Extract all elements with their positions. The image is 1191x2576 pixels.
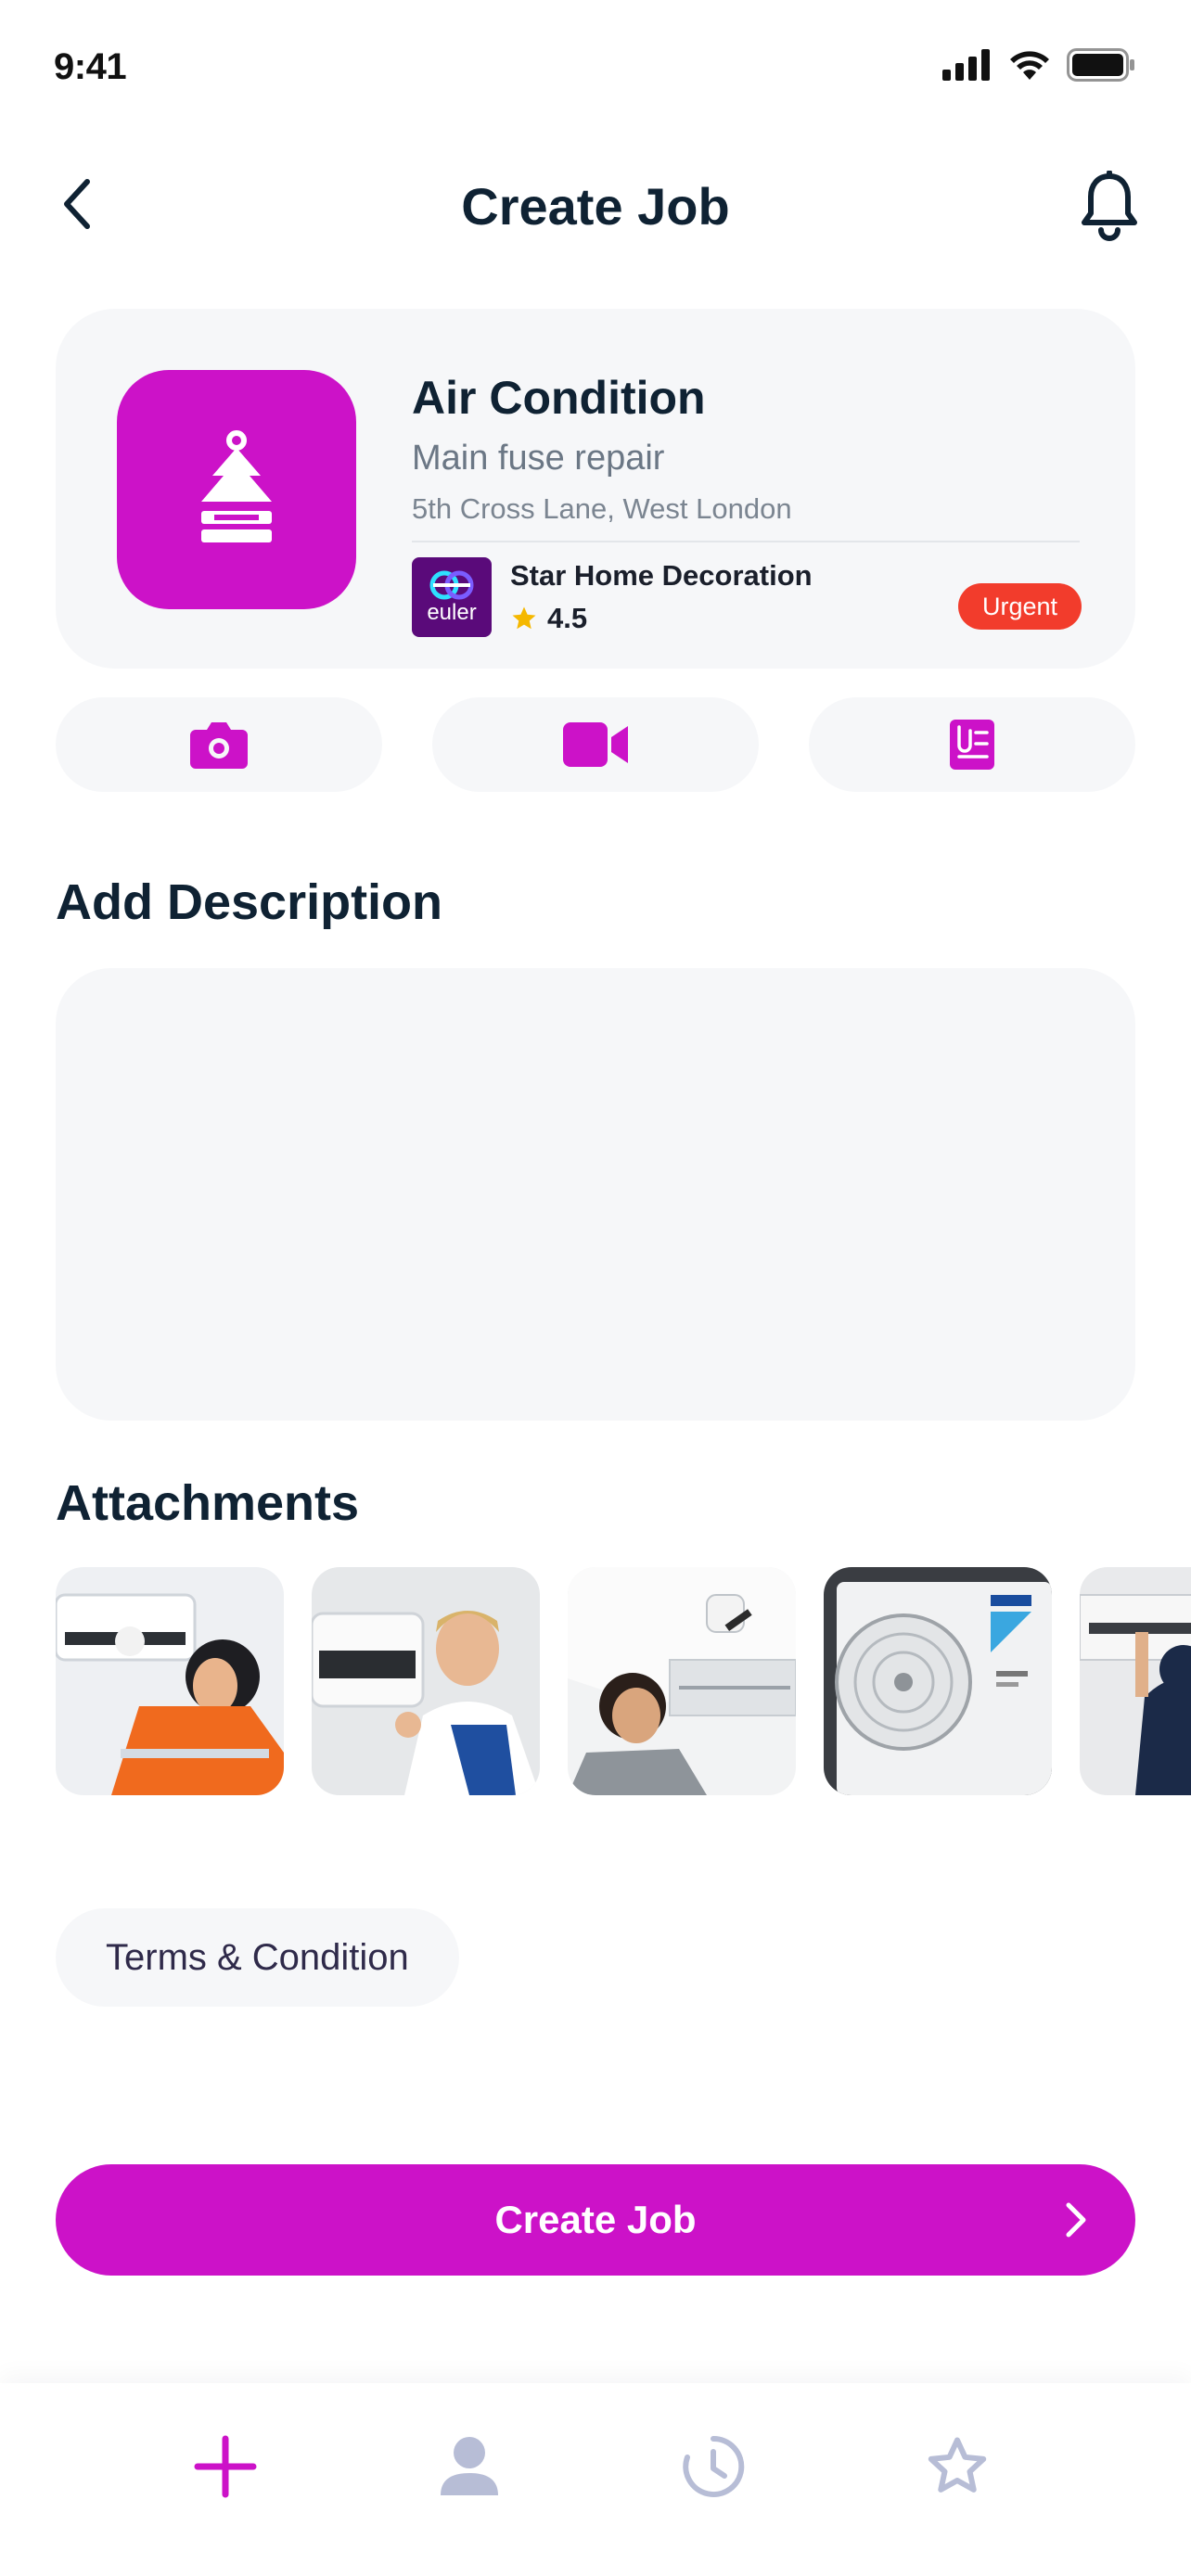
status-icons bbox=[942, 48, 1135, 82]
job-address: 5th Cross Lane, West London bbox=[412, 492, 792, 525]
video-icon bbox=[563, 722, 628, 767]
divider bbox=[412, 541, 1080, 542]
attachment-thumbnail[interactable] bbox=[824, 1567, 1052, 1795]
page-title: Create Job bbox=[461, 177, 730, 236]
attachment-photo bbox=[568, 1567, 796, 1795]
create-job-button[interactable]: Create Job bbox=[56, 2164, 1135, 2276]
user-icon bbox=[441, 2437, 498, 2495]
provider-name: Star Home Decoration bbox=[510, 559, 813, 592]
nav-history[interactable] bbox=[667, 2420, 760, 2513]
status-time: 9:41 bbox=[54, 46, 127, 87]
camera-icon bbox=[190, 722, 248, 769]
plus-icon bbox=[194, 2435, 257, 2498]
provider-row[interactable]: euler Star Home Decoration 4.5 Urgent bbox=[412, 557, 1082, 646]
job-subtitle: Main fuse repair bbox=[412, 439, 665, 478]
star-icon bbox=[928, 2437, 987, 2493]
terms-button[interactable]: Terms & Condition bbox=[56, 1908, 459, 2007]
provider-rating: 4.5 bbox=[510, 602, 587, 635]
add-document-button[interactable] bbox=[809, 697, 1135, 792]
attachment-photo bbox=[312, 1567, 540, 1795]
attachment-thumbnail[interactable] bbox=[56, 1567, 284, 1795]
history-icon bbox=[683, 2435, 745, 2497]
header: Create Job bbox=[0, 158, 1191, 250]
nav-create[interactable] bbox=[179, 2420, 272, 2513]
urgent-badge: Urgent bbox=[957, 583, 1082, 630]
rating-value: 4.5 bbox=[547, 602, 588, 634]
category-tile bbox=[117, 370, 356, 609]
attachment-photo bbox=[824, 1567, 1052, 1795]
description-input[interactable] bbox=[56, 968, 1135, 1421]
provider-logo-mark bbox=[429, 570, 474, 600]
create-job-label: Create Job bbox=[494, 2198, 697, 2241]
nav-profile[interactable] bbox=[423, 2420, 516, 2513]
chevron-right-icon bbox=[1066, 2202, 1086, 2238]
attachment-thumbnail[interactable] bbox=[1080, 1567, 1191, 1795]
job-category: Air Condition bbox=[412, 372, 706, 424]
document-attach-icon bbox=[950, 720, 994, 770]
description-heading: Add Description bbox=[56, 874, 443, 930]
star-rating-icon bbox=[512, 606, 536, 630]
job-info: Air Condition Main fuse repair 5th Cross… bbox=[412, 370, 1082, 646]
bottom-navigation bbox=[0, 2383, 1191, 2576]
battery-icon bbox=[1067, 48, 1134, 82]
notifications-button[interactable] bbox=[1070, 167, 1148, 245]
provider-logo: euler bbox=[412, 557, 492, 637]
job-summary-card: Air Condition Main fuse repair 5th Cross… bbox=[56, 309, 1135, 669]
status-bar: 9:41 bbox=[0, 0, 1191, 139]
bell-icon bbox=[1082, 171, 1137, 241]
add-photo-button[interactable] bbox=[56, 697, 382, 792]
attachments-heading: Attachments bbox=[56, 1475, 360, 1531]
provider-logo-text: euler bbox=[427, 600, 477, 625]
attachment-photo bbox=[1080, 1567, 1191, 1795]
attachment-thumbnail[interactable] bbox=[568, 1567, 796, 1795]
add-video-button[interactable] bbox=[432, 697, 759, 792]
air-freshener-icon bbox=[201, 430, 272, 542]
attachments-strip[interactable] bbox=[56, 1567, 1191, 1799]
wifi-icon bbox=[1010, 51, 1049, 80]
nav-favorites[interactable] bbox=[911, 2420, 1004, 2513]
attachment-photo bbox=[56, 1567, 284, 1795]
attachment-thumbnail[interactable] bbox=[312, 1567, 540, 1795]
signal-icon bbox=[942, 49, 990, 81]
